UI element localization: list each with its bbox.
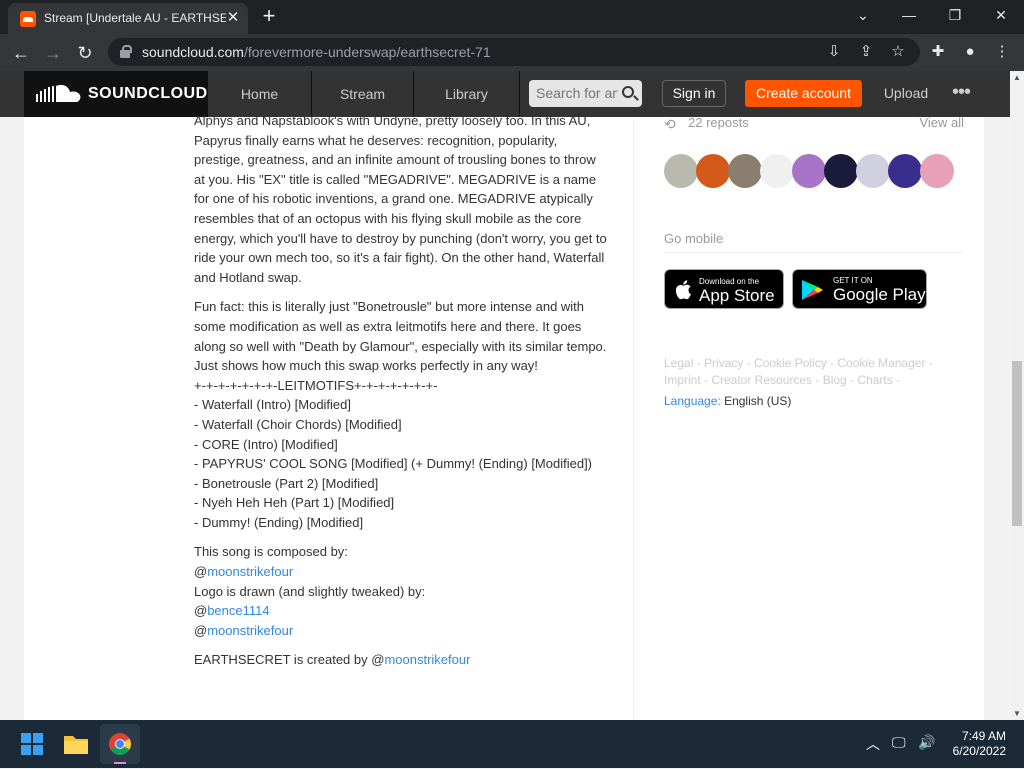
more-options-icon[interactable]: ••• bbox=[946, 80, 976, 107]
language-row: Language: English (US) bbox=[664, 393, 964, 410]
forward-arrow-icon[interactable]: → bbox=[40, 40, 66, 66]
reposter-avatar[interactable] bbox=[792, 154, 826, 188]
scrollbar-thumb[interactable] bbox=[1012, 361, 1022, 526]
lock-icon bbox=[120, 45, 132, 58]
extensions-puzzle-icon[interactable]: ✚ bbox=[928, 42, 948, 62]
language-value[interactable]: English (US) bbox=[724, 394, 791, 408]
repost-icon: ⟲ bbox=[664, 116, 676, 132]
reload-icon[interactable]: ↻ bbox=[72, 40, 98, 66]
chrome-taskbar-icon[interactable] bbox=[100, 724, 140, 764]
app-store-small-text: Download on the bbox=[699, 277, 760, 286]
tab-title: Stream [Undertale AU - EARTHSECRET bbox=[44, 11, 226, 25]
create-account-button[interactable]: Create account bbox=[745, 80, 862, 107]
footer-links-line-1[interactable]: Legal - Privacy - Cookie Policy - Cookie… bbox=[664, 355, 964, 372]
reposts-section: ⟲ 22 reposts View all bbox=[664, 115, 964, 133]
volume-icon[interactable]: 🔊 bbox=[918, 734, 935, 751]
reposter-avatar[interactable] bbox=[856, 154, 890, 188]
reposter-avatar[interactable] bbox=[664, 154, 698, 188]
close-tab-icon[interactable]: ✕ bbox=[224, 9, 242, 27]
page-scrollbar[interactable]: ▲ ▼ bbox=[1010, 71, 1024, 720]
system-clock[interactable]: 7:49 AM 6/20/2022 bbox=[953, 729, 1006, 759]
composed-by-label: This song is composed by: bbox=[194, 544, 348, 560]
file-explorer-icon[interactable] bbox=[56, 724, 96, 764]
apple-logo-icon bbox=[675, 280, 691, 300]
logo-artist-line: @moonstrikefour bbox=[194, 622, 294, 638]
restore-window-button[interactable]: ❐ bbox=[932, 0, 978, 30]
install-app-icon[interactable]: ⇩ bbox=[824, 42, 844, 62]
search-input[interactable] bbox=[536, 85, 618, 101]
clock-date: 6/20/2022 bbox=[952, 744, 1006, 758]
new-tab-button[interactable]: + bbox=[258, 5, 280, 27]
leitmotif-item: - Waterfall (Choir Chords) [Modified] bbox=[194, 416, 402, 432]
soundcloud-logo[interactable]: SOUNDCLOUD bbox=[24, 71, 208, 117]
sidebar-footer: Legal - Privacy - Cookie Policy - Cookie… bbox=[664, 355, 964, 410]
reposter-avatar[interactable] bbox=[728, 154, 762, 188]
reposts-count[interactable]: 22 reposts bbox=[688, 115, 749, 130]
leitmotif-item: - Dummy! (Ending) [Modified] bbox=[194, 514, 364, 530]
profile-icon[interactable]: ● bbox=[960, 42, 980, 62]
track-description: Alphys and Napstablook's with Undyne, pr… bbox=[194, 111, 610, 670]
address-bar[interactable]: soundcloud.com/forevermore-underswap/ear… bbox=[108, 38, 920, 66]
close-window-button[interactable]: ✕ bbox=[978, 0, 1024, 30]
composer-line: @moonstrikefour bbox=[194, 564, 294, 580]
logo-by-label: Logo is drawn (and slightly tweaked) by: bbox=[194, 583, 426, 599]
creator-link[interactable]: moonstrikefour bbox=[384, 652, 470, 667]
clock-time: 7:49 AM bbox=[961, 729, 1006, 743]
tab-search-chevron-icon[interactable]: ⌄ bbox=[840, 0, 886, 30]
description-intro: Alphys and Napstablook's with Undyne, pr… bbox=[194, 113, 607, 285]
logo-artist-line: @bence1114 bbox=[194, 603, 270, 619]
upload-link[interactable]: Upload bbox=[876, 80, 936, 107]
logo-artist-link-1[interactable]: bence1114 bbox=[207, 603, 269, 618]
leitmotif-item: - CORE (Intro) [Modified] bbox=[194, 436, 338, 452]
soundcloud-cloud-icon bbox=[36, 84, 81, 102]
logo-artist-link-2[interactable]: moonstrikefour bbox=[207, 623, 293, 638]
leitmotifs-header: +-+-+-+-+-+-+-LEITMOTIFS+-+-+-+-+-+-+- bbox=[194, 377, 438, 393]
go-mobile-heading: Go mobile bbox=[664, 231, 964, 253]
reposter-avatar[interactable] bbox=[760, 154, 794, 188]
composer-link[interactable]: moonstrikefour bbox=[207, 564, 293, 579]
bookmark-star-icon[interactable]: ☆ bbox=[888, 42, 908, 62]
created-by-line: EARTHSECRET is created by @moonstrikefou… bbox=[194, 652, 471, 668]
google-play-badge[interactable]: GET IT ON Google Play bbox=[792, 269, 927, 309]
google-play-small-text: GET IT ON bbox=[833, 276, 873, 285]
app-store-big-text: App Store bbox=[699, 286, 775, 305]
show-hidden-icons-chevron-icon[interactable]: ︿ bbox=[866, 734, 880, 754]
language-label[interactable]: Language: bbox=[664, 394, 721, 408]
browser-tab-bar: Stream [Undertale AU - EARTHSECRET ✕ + ⌄… bbox=[0, 0, 1024, 34]
reposter-avatar[interactable] bbox=[696, 154, 730, 188]
search-icon[interactable] bbox=[622, 86, 634, 98]
column-divider bbox=[633, 117, 634, 720]
footer-links-line-2[interactable]: Imprint - Creator Resources - Blog - Cha… bbox=[664, 372, 964, 389]
soundcloud-wordmark: SOUNDCLOUD bbox=[88, 85, 208, 102]
scroll-up-icon[interactable]: ▲ bbox=[1013, 73, 1021, 82]
reposter-avatar[interactable] bbox=[888, 154, 922, 188]
reposter-avatar[interactable] bbox=[920, 154, 954, 188]
back-arrow-icon[interactable]: ← bbox=[8, 40, 34, 66]
sign-in-button[interactable]: Sign in bbox=[662, 80, 726, 107]
view-all-link[interactable]: View all bbox=[919, 115, 964, 130]
google-play-big-text: Google Play bbox=[833, 285, 926, 304]
browser-toolbar: ← → ↻ soundcloud.com/forevermore-undersw… bbox=[0, 34, 1024, 71]
google-play-icon bbox=[802, 280, 823, 300]
browser-menu-icon[interactable]: ⋮ bbox=[992, 42, 1012, 62]
soundcloud-favicon-icon bbox=[20, 11, 36, 27]
leitmotif-item: - PAPYRUS' COOL SONG [Modified] (+ Dummy… bbox=[194, 456, 593, 472]
search-box[interactable] bbox=[529, 80, 642, 107]
reposter-avatar[interactable] bbox=[824, 154, 858, 188]
windows-start-icon[interactable] bbox=[12, 724, 52, 764]
web-page: SOUNDCLOUD Home Stream Library Sign in C… bbox=[0, 71, 1010, 720]
windows-taskbar: ︿ 🖵 🔊 7:49 AM 6/20/2022 bbox=[0, 720, 1024, 768]
leitmotif-item: - Bonetrousle (Part 2) [Modified] bbox=[194, 475, 379, 491]
network-icon[interactable]: 🖵 bbox=[892, 734, 906, 751]
leitmotif-item: - Nyeh Heh Heh (Part 1) [Modified] bbox=[194, 495, 395, 511]
minimize-window-button[interactable]: — bbox=[886, 0, 932, 30]
leitmotif-item: - Waterfall (Intro) [Modified] bbox=[194, 397, 352, 413]
browser-tab[interactable]: Stream [Undertale AU - EARTHSECRET ✕ bbox=[8, 3, 248, 34]
description-funfact: Fun fact: this is literally just "Bonetr… bbox=[194, 299, 607, 374]
scroll-down-icon[interactable]: ▼ bbox=[1013, 709, 1021, 718]
app-store-badge[interactable]: Download on the App Store bbox=[664, 269, 784, 309]
url-text: soundcloud.com/forevermore-underswap/ear… bbox=[142, 44, 491, 60]
share-icon[interactable]: ⇪ bbox=[856, 42, 876, 62]
main-content: Alphys and Napstablook's with Undyne, pr… bbox=[24, 113, 984, 720]
